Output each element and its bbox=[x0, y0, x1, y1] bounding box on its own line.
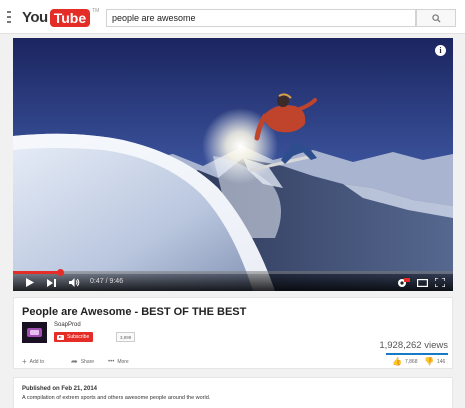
logo-you-text: You bbox=[22, 9, 48, 26]
next-icon bbox=[46, 278, 56, 287]
video-frame bbox=[13, 38, 453, 291]
search-input[interactable] bbox=[106, 9, 416, 27]
hd-settings-icon bbox=[398, 277, 410, 287]
video-title: People are Awesome - BEST OF THE BEST bbox=[22, 306, 247, 318]
channel-avatar[interactable] bbox=[22, 322, 47, 343]
share-label: Share bbox=[80, 359, 95, 365]
next-button[interactable] bbox=[46, 277, 56, 288]
plus-icon: + bbox=[22, 357, 27, 366]
scrubber-handle[interactable] bbox=[57, 269, 65, 276]
info-icon[interactable]: i bbox=[435, 45, 446, 56]
progress-bar[interactable] bbox=[13, 269, 453, 276]
dislike-count: 146 bbox=[436, 359, 446, 365]
more-dots-icon: ••• bbox=[108, 359, 115, 365]
share-button[interactable]: ➦ Share bbox=[71, 358, 94, 366]
play-button[interactable] bbox=[25, 277, 34, 288]
share-arrow-icon: ➦ bbox=[71, 357, 78, 366]
play-icon bbox=[25, 278, 34, 287]
settings-button[interactable] bbox=[397, 277, 410, 288]
video-info-card: People are Awesome - BEST OF THE BEST So… bbox=[13, 297, 453, 369]
thumbs-up-icon: 👍 bbox=[392, 357, 402, 366]
description-card: Published on Feb 21, 2014 A compilation … bbox=[13, 377, 453, 408]
volume-button[interactable] bbox=[68, 277, 80, 288]
search-icon bbox=[431, 13, 441, 23]
youtube-logo[interactable]: You Tube TM bbox=[22, 8, 99, 27]
more-button[interactable]: ••• More bbox=[108, 358, 129, 366]
subscribe-button[interactable]: Subscribe bbox=[54, 332, 94, 342]
masthead: You Tube TM bbox=[0, 0, 465, 34]
youtube-play-icon bbox=[57, 334, 64, 340]
more-label: More bbox=[117, 359, 129, 365]
subscriber-count: 3,899 bbox=[116, 332, 136, 342]
like-button[interactable]: 👍 7,868 bbox=[392, 358, 417, 366]
channel-name[interactable]: SoapProd bbox=[54, 322, 81, 328]
fullscreen-icon bbox=[435, 278, 445, 287]
menu-icon[interactable] bbox=[7, 11, 11, 23]
add-to-label: Add to bbox=[29, 359, 45, 365]
volume-icon bbox=[68, 278, 79, 287]
player-controls: 0:47 / 9:46 bbox=[13, 269, 453, 291]
logo-tm-text: TM bbox=[92, 8, 100, 14]
video-player[interactable]: i 0:47 / 9:46 bbox=[13, 38, 453, 291]
fullscreen-button[interactable] bbox=[434, 277, 446, 288]
view-count: 1,928,262 views bbox=[379, 340, 448, 351]
thumbs-down-icon: 👎 bbox=[424, 357, 434, 366]
time-display: 0:47 / 9:46 bbox=[90, 278, 124, 285]
sentiment-bar bbox=[386, 353, 448, 355]
search-button[interactable] bbox=[416, 9, 456, 27]
add-to-button[interactable]: + Add to bbox=[22, 358, 44, 366]
publish-date: Published on Feb 21, 2014 bbox=[22, 386, 98, 392]
logo-tube-text: Tube bbox=[49, 8, 91, 27]
subscribe-label: Subscribe bbox=[67, 334, 90, 340]
dislike-button[interactable]: 👎 146 bbox=[424, 358, 445, 366]
description-text: A compilation of extrem sports and other… bbox=[22, 395, 211, 401]
like-count: 7,868 bbox=[404, 359, 418, 365]
theater-mode-icon bbox=[416, 278, 428, 287]
progress-fill bbox=[13, 271, 61, 274]
theater-mode-button[interactable] bbox=[416, 277, 428, 288]
